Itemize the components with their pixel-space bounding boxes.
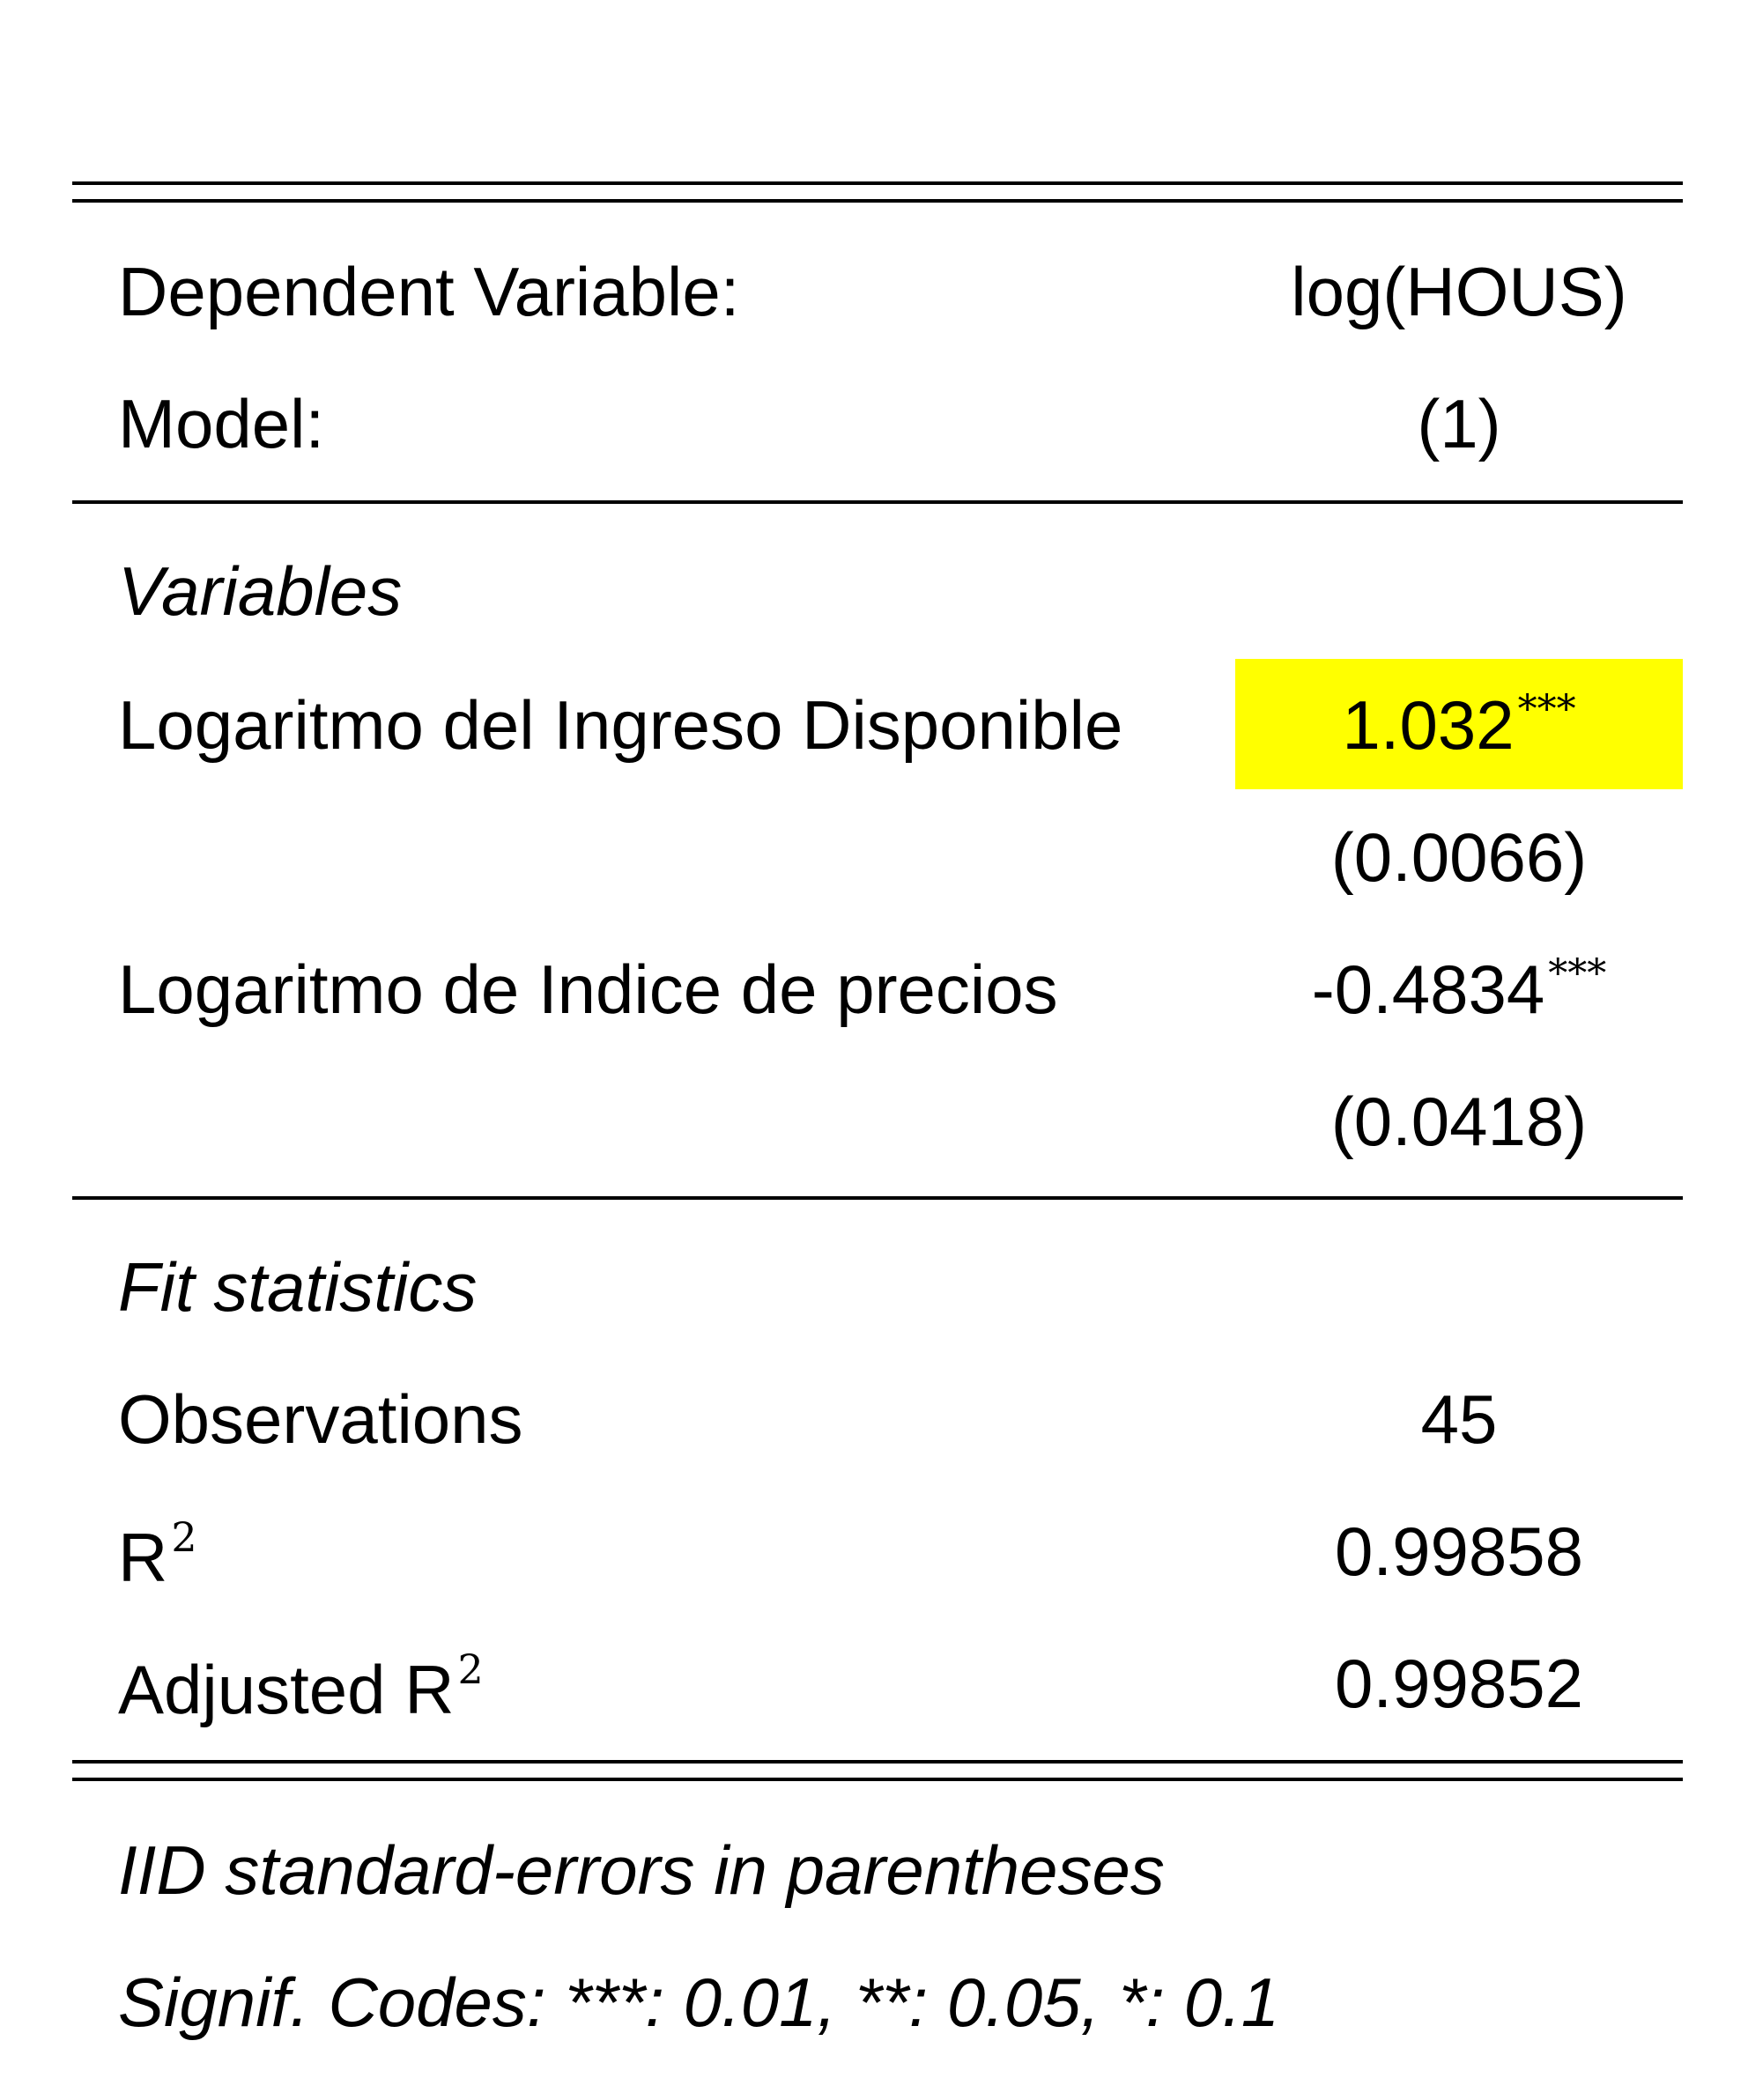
top-rule-2 — [72, 199, 1683, 203]
top-rule-1 — [72, 181, 1683, 185]
variable-1-coefficient: 1.032*** — [1235, 691, 1683, 760]
variables-rule — [72, 1196, 1683, 1200]
variable-1-label: Logaritmo del Ingreso Disponible — [118, 686, 1123, 764]
variable-1-standard-error: (0.0066) — [1330, 818, 1588, 896]
header-rule — [72, 500, 1683, 504]
adjusted-r-squared-label-text: Adjusted R — [118, 1651, 455, 1728]
variable-2-standard-error: (0.0418) — [1330, 1083, 1588, 1160]
observations-value: 45 — [1420, 1380, 1498, 1458]
variable-1-significance-stars: *** — [1517, 687, 1576, 732]
variable-2-coefficient: -0.4834*** — [1235, 955, 1683, 1024]
dependent-variable-label: Dependent Variable: — [118, 253, 740, 330]
variable-2-coef-value: -0.4834 — [1311, 950, 1545, 1028]
model-value: (1) — [1417, 385, 1501, 462]
adjusted-r-squared-value: 0.99852 — [1335, 1645, 1583, 1722]
observations-label: Observations — [118, 1380, 523, 1458]
model-label: Model: — [118, 385, 325, 462]
r-squared-superscript: 2 — [171, 1513, 197, 1561]
standard-errors-note: IID standard-errors in parentheses — [118, 1831, 1165, 1909]
variable-2-label: Logaritmo de Indice de precios — [118, 950, 1058, 1028]
significance-codes-note: Signif. Codes: ***: 0.01, **: 0.05, *: 0… — [118, 1963, 1280, 2041]
r-squared-label-text: R — [118, 1519, 168, 1596]
variables-section-heading: Variables — [118, 552, 403, 630]
dependent-variable-value: log(HOUS) — [1291, 253, 1627, 330]
bottom-rule-2 — [72, 1778, 1683, 1781]
variable-1-coef-value: 1.032 — [1342, 686, 1515, 764]
adjusted-r-squared-label: Adjusted R2 — [118, 1649, 484, 1724]
r-squared-label: R2 — [118, 1517, 197, 1592]
fit-statistics-heading: Fit statistics — [118, 1248, 478, 1326]
variable-2-significance-stars: *** — [1548, 951, 1607, 996]
r-squared-value: 0.99858 — [1335, 1512, 1583, 1590]
adjusted-r-squared-superscript: 2 — [457, 1645, 484, 1693]
bottom-rule-1 — [72, 1760, 1683, 1764]
